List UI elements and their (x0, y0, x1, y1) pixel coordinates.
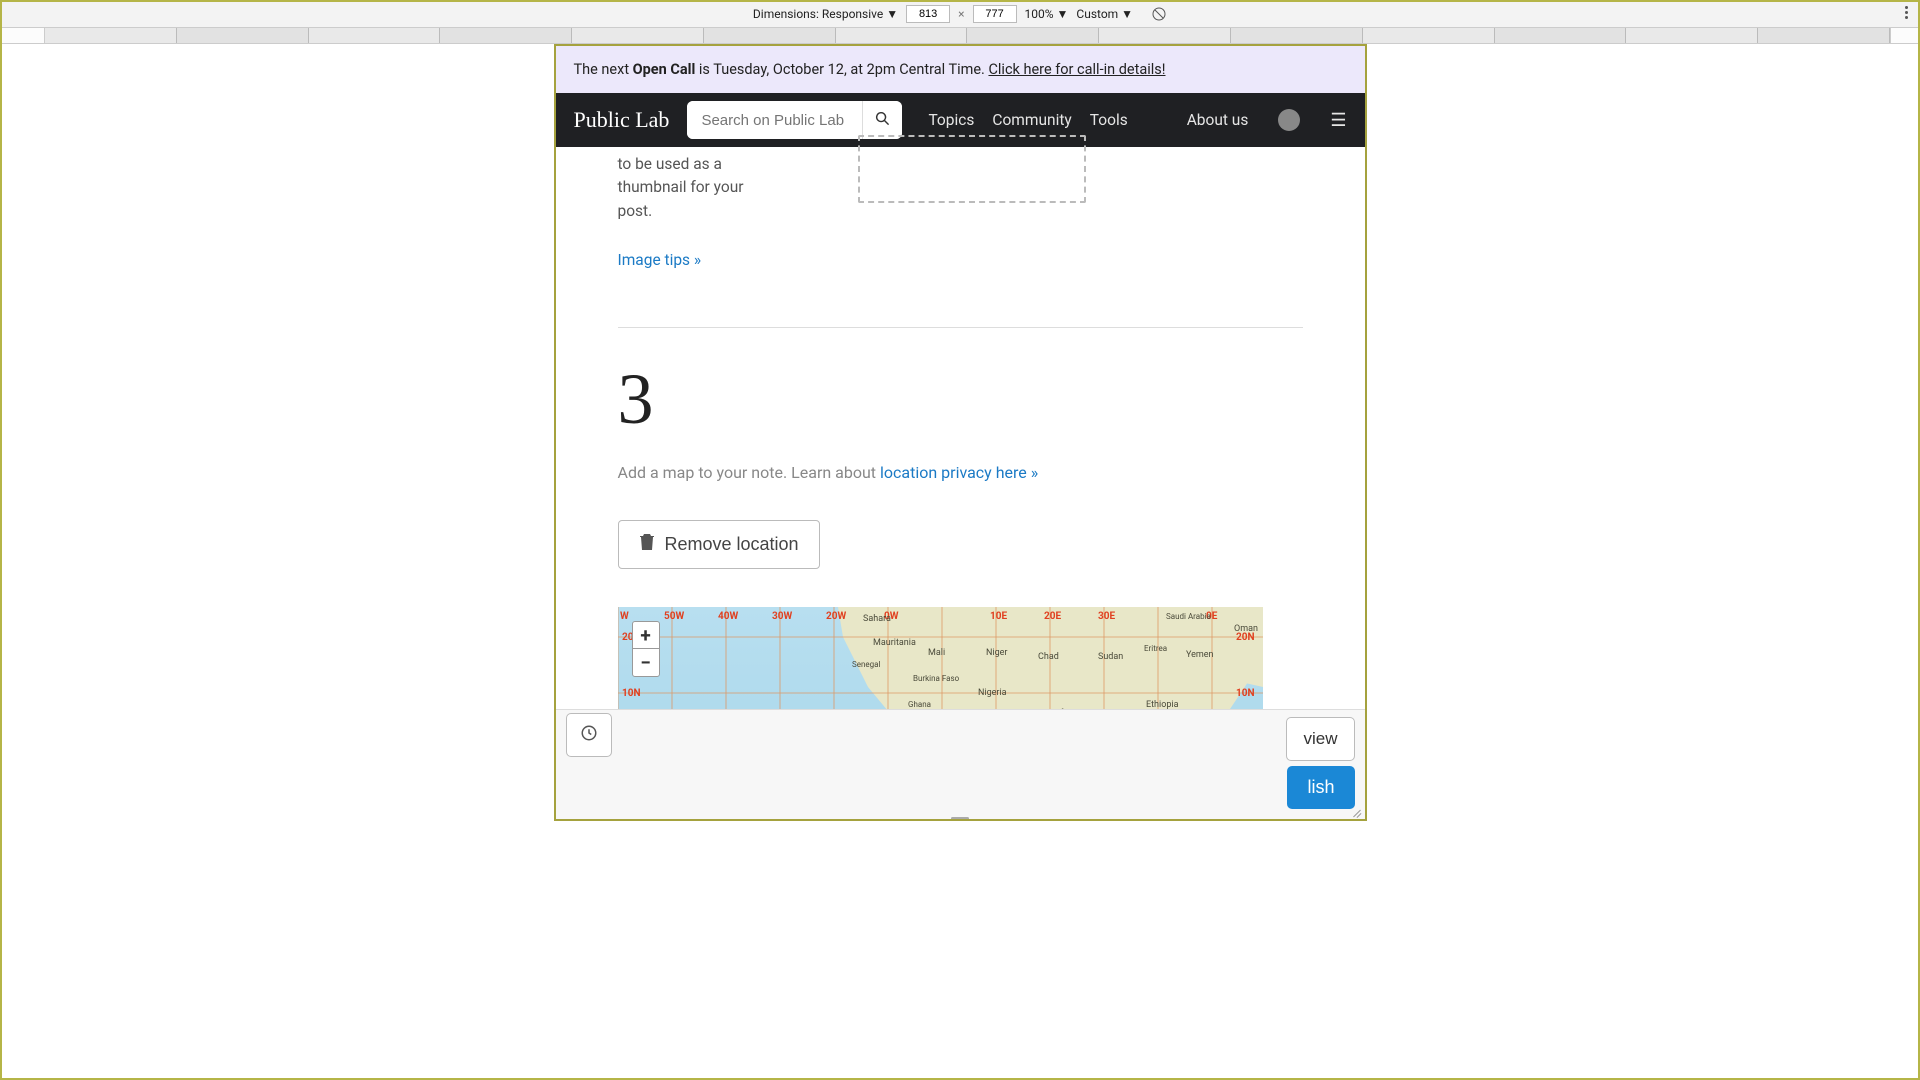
resize-handle-bottom[interactable] (945, 815, 975, 821)
rotate-icon[interactable] (1151, 6, 1167, 22)
svg-text:Chad: Chad (1038, 652, 1059, 662)
svg-text:40W: 40W (718, 611, 738, 622)
image-dropzone[interactable] (858, 135, 1086, 203)
svg-text:Yemen: Yemen (1186, 650, 1214, 660)
svg-text:Angola: Angola (1018, 810, 1046, 819)
preview-button[interactable]: view (1286, 717, 1354, 761)
remove-location-button[interactable]: Remove location (618, 520, 820, 569)
svg-text:W: W (620, 611, 629, 622)
svg-text:0: 0 (622, 744, 628, 755)
svg-text:30W: 30W (772, 611, 792, 622)
avatar[interactable] (1278, 109, 1300, 131)
svg-text:Niger: Niger (986, 648, 1008, 658)
search-form (687, 101, 902, 139)
nav-tools[interactable]: Tools (1090, 111, 1128, 129)
device-frame: The next Open Call is Tuesday, October 1… (554, 44, 1367, 821)
svg-text:Republic of the Congo: Republic of the Congo (1013, 744, 1092, 753)
custom-dropdown[interactable]: Custom ▼ (1076, 7, 1133, 21)
trash-icon (639, 533, 655, 556)
svg-text:30E: 30E (1098, 611, 1115, 622)
resize-handle-corner[interactable] (1349, 803, 1363, 817)
svg-text:10N: 10N (622, 688, 641, 699)
map-description: Add a map to your note. Learn about loca… (618, 463, 1303, 482)
svg-text:Oman: Oman (1234, 624, 1258, 634)
kebab-menu-icon[interactable] (1905, 6, 1908, 19)
svg-text:Eritrea: Eritrea (1144, 644, 1167, 653)
image-tips-link[interactable]: Image tips » (618, 251, 1303, 269)
svg-text:Burkina Faso: Burkina Faso (913, 674, 960, 683)
thumbnail-help-text: to be used as a thumbnail for your post. (618, 153, 753, 223)
svg-text:Ethiopia: Ethiopia (1146, 700, 1179, 710)
svg-text:10S: 10S (622, 800, 640, 811)
svg-text:10E: 10E (990, 611, 1007, 622)
nav-about[interactable]: About us (1187, 111, 1249, 129)
svg-text:Nigeria: Nigeria (978, 688, 1007, 698)
svg-text:Tanzania: Tanzania (1118, 772, 1154, 782)
svg-text:Sudan: Sudan (1098, 652, 1123, 662)
banner-text-prefix: The next (574, 61, 633, 78)
zoom-out-button[interactable]: − (633, 649, 659, 676)
location-map[interactable]: + − (618, 607, 1263, 819)
search-icon (875, 111, 890, 129)
ruler (0, 28, 1920, 44)
svg-text:Mauritania: Mauritania (873, 638, 916, 648)
section-divider (618, 327, 1303, 328)
svg-text:20E: 20E (1044, 611, 1061, 622)
banner-text-mid: is Tuesday, October 12, at 2pm Central T… (695, 61, 988, 78)
zoom-control: + − (632, 621, 660, 677)
svg-text:20W: 20W (826, 611, 846, 622)
viewport-height-input[interactable] (973, 5, 1017, 23)
svg-text:Mali: Mali (928, 648, 945, 658)
history-button[interactable] (566, 713, 612, 757)
svg-text:Kenya: Kenya (1144, 740, 1168, 750)
svg-text:Sahara: Sahara (863, 614, 891, 624)
brand-logo[interactable]: Public Lab (574, 107, 670, 133)
devtools-bar: Dimensions: Responsive ▼ × 100% ▼ Custom… (0, 0, 1920, 28)
dimensions-dropdown[interactable]: Dimensions: Responsive ▼ (753, 7, 898, 21)
location-privacy-link[interactable]: location privacy here » (880, 463, 1038, 482)
svg-text:Zambia: Zambia (1074, 810, 1101, 819)
search-button[interactable] (862, 101, 902, 139)
svg-text:10N: 10N (1236, 688, 1255, 699)
clock-icon (580, 724, 598, 746)
svg-text:Malawi: Malawi (1116, 816, 1142, 819)
svg-text:10S: 10S (1236, 800, 1254, 811)
announcement-banner: The next Open Call is Tuesday, October 1… (556, 46, 1365, 93)
step-number: 3 (618, 358, 1303, 441)
publish-button[interactable]: lish (1287, 766, 1354, 809)
zoom-in-button[interactable]: + (633, 622, 659, 649)
banner-text-bold: Open Call (633, 61, 696, 78)
svg-text:Ghana: Ghana (908, 700, 931, 709)
responsive-viewport: The next Open Call is Tuesday, October 1… (0, 44, 1920, 1080)
nav-topics[interactable]: Topics (928, 111, 974, 129)
dimension-separator: × (958, 7, 964, 21)
hamburger-icon[interactable]: ☰ (1330, 110, 1346, 131)
remove-location-label: Remove location (665, 534, 799, 555)
search-input[interactable] (687, 101, 862, 139)
map-canvas: W 50W 40W 30W 20W 0W 10E 20E 30E 0E 20N … (618, 607, 1263, 819)
map-desc-text: Add a map to your note. Learn about (618, 463, 881, 482)
svg-text:Senegal: Senegal (852, 660, 880, 669)
viewport-width-input[interactable] (906, 5, 950, 23)
svg-text:50W: 50W (664, 611, 684, 622)
zoom-dropdown[interactable]: 100% ▼ (1025, 7, 1069, 21)
banner-link[interactable]: Click here for call-in details! (988, 61, 1165, 78)
svg-text:Central African Republic: Central African Republic (1028, 708, 1114, 717)
svg-text:Saudi Arabia: Saudi Arabia (1166, 612, 1211, 621)
nav-community[interactable]: Community (992, 111, 1071, 129)
